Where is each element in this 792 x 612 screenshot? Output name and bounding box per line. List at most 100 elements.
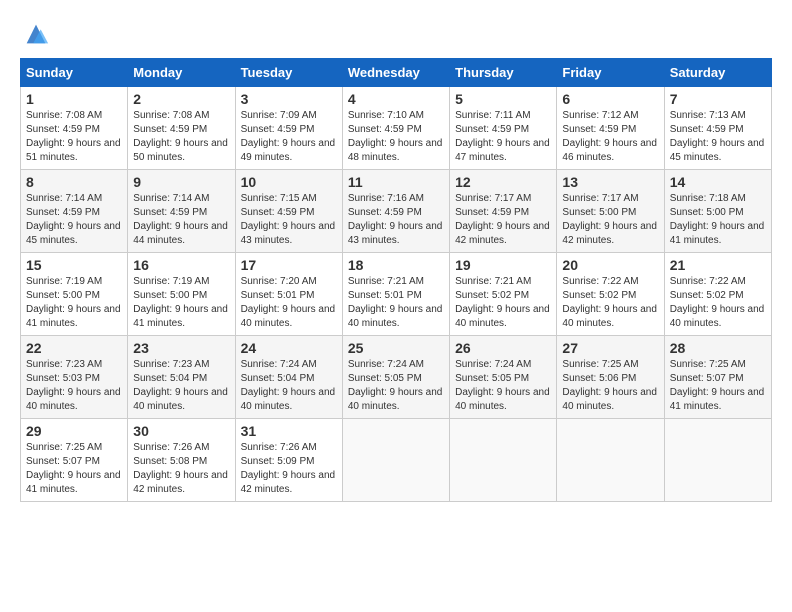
day-number: 20 (562, 257, 658, 273)
day-info: Sunrise: 7:26 AM Sunset: 5:08 PM Dayligh… (133, 441, 229, 497)
day-number: 13 (562, 174, 658, 190)
calendar-cell (342, 419, 449, 502)
day-number: 19 (455, 257, 551, 273)
logo (20, 20, 50, 48)
day-info: Sunrise: 7:09 AM Sunset: 4:59 PM Dayligh… (241, 109, 337, 165)
calendar-cell: 9 Sunrise: 7:14 AM Sunset: 4:59 PM Dayli… (128, 170, 235, 253)
day-of-week-header: Friday (557, 59, 664, 87)
calendar-cell (450, 419, 557, 502)
day-number: 24 (241, 340, 337, 356)
day-number: 8 (26, 174, 122, 190)
calendar-cell: 19 Sunrise: 7:21 AM Sunset: 5:02 PM Dayl… (450, 253, 557, 336)
page-header (20, 20, 772, 48)
calendar-cell: 4 Sunrise: 7:10 AM Sunset: 4:59 PM Dayli… (342, 87, 449, 170)
calendar-cell: 18 Sunrise: 7:21 AM Sunset: 5:01 PM Dayl… (342, 253, 449, 336)
day-info: Sunrise: 7:11 AM Sunset: 4:59 PM Dayligh… (455, 109, 551, 165)
day-number: 10 (241, 174, 337, 190)
day-of-week-header: Sunday (21, 59, 128, 87)
day-number: 26 (455, 340, 551, 356)
day-info: Sunrise: 7:08 AM Sunset: 4:59 PM Dayligh… (26, 109, 122, 165)
calendar-cell: 28 Sunrise: 7:25 AM Sunset: 5:07 PM Dayl… (664, 336, 771, 419)
day-number: 22 (26, 340, 122, 356)
calendar-table: SundayMondayTuesdayWednesdayThursdayFrid… (20, 58, 772, 502)
calendar-cell: 22 Sunrise: 7:23 AM Sunset: 5:03 PM Dayl… (21, 336, 128, 419)
day-info: Sunrise: 7:24 AM Sunset: 5:04 PM Dayligh… (241, 358, 337, 414)
calendar-cell (557, 419, 664, 502)
calendar-cell: 2 Sunrise: 7:08 AM Sunset: 4:59 PM Dayli… (128, 87, 235, 170)
day-number: 11 (348, 174, 444, 190)
day-info: Sunrise: 7:21 AM Sunset: 5:01 PM Dayligh… (348, 275, 444, 331)
calendar-week-row: 22 Sunrise: 7:23 AM Sunset: 5:03 PM Dayl… (21, 336, 772, 419)
day-number: 3 (241, 91, 337, 107)
calendar-cell: 30 Sunrise: 7:26 AM Sunset: 5:08 PM Dayl… (128, 419, 235, 502)
calendar-cell: 3 Sunrise: 7:09 AM Sunset: 4:59 PM Dayli… (235, 87, 342, 170)
day-info: Sunrise: 7:23 AM Sunset: 5:04 PM Dayligh… (133, 358, 229, 414)
calendar-cell: 12 Sunrise: 7:17 AM Sunset: 4:59 PM Dayl… (450, 170, 557, 253)
day-of-week-header: Tuesday (235, 59, 342, 87)
calendar-cell: 6 Sunrise: 7:12 AM Sunset: 4:59 PM Dayli… (557, 87, 664, 170)
calendar-cell: 31 Sunrise: 7:26 AM Sunset: 5:09 PM Dayl… (235, 419, 342, 502)
calendar-cell: 20 Sunrise: 7:22 AM Sunset: 5:02 PM Dayl… (557, 253, 664, 336)
day-number: 4 (348, 91, 444, 107)
calendar-cell: 27 Sunrise: 7:25 AM Sunset: 5:06 PM Dayl… (557, 336, 664, 419)
day-info: Sunrise: 7:24 AM Sunset: 5:05 PM Dayligh… (348, 358, 444, 414)
day-of-week-header: Monday (128, 59, 235, 87)
calendar-cell: 17 Sunrise: 7:20 AM Sunset: 5:01 PM Dayl… (235, 253, 342, 336)
calendar-cell (664, 419, 771, 502)
day-number: 12 (455, 174, 551, 190)
day-number: 15 (26, 257, 122, 273)
day-number: 23 (133, 340, 229, 356)
calendar-cell: 7 Sunrise: 7:13 AM Sunset: 4:59 PM Dayli… (664, 87, 771, 170)
day-number: 17 (241, 257, 337, 273)
calendar-week-row: 29 Sunrise: 7:25 AM Sunset: 5:07 PM Dayl… (21, 419, 772, 502)
day-number: 14 (670, 174, 766, 190)
calendar-cell: 21 Sunrise: 7:22 AM Sunset: 5:02 PM Dayl… (664, 253, 771, 336)
day-info: Sunrise: 7:08 AM Sunset: 4:59 PM Dayligh… (133, 109, 229, 165)
day-number: 31 (241, 423, 337, 439)
day-info: Sunrise: 7:18 AM Sunset: 5:00 PM Dayligh… (670, 192, 766, 248)
calendar-cell: 26 Sunrise: 7:24 AM Sunset: 5:05 PM Dayl… (450, 336, 557, 419)
day-number: 2 (133, 91, 229, 107)
calendar-cell: 16 Sunrise: 7:19 AM Sunset: 5:00 PM Dayl… (128, 253, 235, 336)
calendar-cell: 23 Sunrise: 7:23 AM Sunset: 5:04 PM Dayl… (128, 336, 235, 419)
day-info: Sunrise: 7:25 AM Sunset: 5:06 PM Dayligh… (562, 358, 658, 414)
day-number: 28 (670, 340, 766, 356)
day-info: Sunrise: 7:20 AM Sunset: 5:01 PM Dayligh… (241, 275, 337, 331)
day-info: Sunrise: 7:25 AM Sunset: 5:07 PM Dayligh… (670, 358, 766, 414)
calendar-week-row: 15 Sunrise: 7:19 AM Sunset: 5:00 PM Dayl… (21, 253, 772, 336)
day-of-week-header: Thursday (450, 59, 557, 87)
calendar-body: 1 Sunrise: 7:08 AM Sunset: 4:59 PM Dayli… (21, 87, 772, 502)
day-info: Sunrise: 7:23 AM Sunset: 5:03 PM Dayligh… (26, 358, 122, 414)
day-info: Sunrise: 7:17 AM Sunset: 5:00 PM Dayligh… (562, 192, 658, 248)
day-info: Sunrise: 7:26 AM Sunset: 5:09 PM Dayligh… (241, 441, 337, 497)
day-info: Sunrise: 7:17 AM Sunset: 4:59 PM Dayligh… (455, 192, 551, 248)
day-info: Sunrise: 7:12 AM Sunset: 4:59 PM Dayligh… (562, 109, 658, 165)
day-info: Sunrise: 7:24 AM Sunset: 5:05 PM Dayligh… (455, 358, 551, 414)
day-info: Sunrise: 7:15 AM Sunset: 4:59 PM Dayligh… (241, 192, 337, 248)
calendar-cell: 11 Sunrise: 7:16 AM Sunset: 4:59 PM Dayl… (342, 170, 449, 253)
calendar-cell: 14 Sunrise: 7:18 AM Sunset: 5:00 PM Dayl… (664, 170, 771, 253)
day-info: Sunrise: 7:16 AM Sunset: 4:59 PM Dayligh… (348, 192, 444, 248)
day-info: Sunrise: 7:14 AM Sunset: 4:59 PM Dayligh… (26, 192, 122, 248)
calendar-week-row: 1 Sunrise: 7:08 AM Sunset: 4:59 PM Dayli… (21, 87, 772, 170)
logo-icon (22, 20, 50, 48)
day-info: Sunrise: 7:10 AM Sunset: 4:59 PM Dayligh… (348, 109, 444, 165)
day-number: 9 (133, 174, 229, 190)
calendar-cell: 5 Sunrise: 7:11 AM Sunset: 4:59 PM Dayli… (450, 87, 557, 170)
calendar-cell: 25 Sunrise: 7:24 AM Sunset: 5:05 PM Dayl… (342, 336, 449, 419)
day-info: Sunrise: 7:25 AM Sunset: 5:07 PM Dayligh… (26, 441, 122, 497)
calendar-cell: 29 Sunrise: 7:25 AM Sunset: 5:07 PM Dayl… (21, 419, 128, 502)
calendar-header: SundayMondayTuesdayWednesdayThursdayFrid… (21, 59, 772, 87)
day-of-week-header: Saturday (664, 59, 771, 87)
day-number: 7 (670, 91, 766, 107)
day-number: 21 (670, 257, 766, 273)
day-info: Sunrise: 7:19 AM Sunset: 5:00 PM Dayligh… (26, 275, 122, 331)
day-info: Sunrise: 7:22 AM Sunset: 5:02 PM Dayligh… (562, 275, 658, 331)
calendar-cell: 24 Sunrise: 7:24 AM Sunset: 5:04 PM Dayl… (235, 336, 342, 419)
day-number: 30 (133, 423, 229, 439)
days-of-week-row: SundayMondayTuesdayWednesdayThursdayFrid… (21, 59, 772, 87)
day-number: 6 (562, 91, 658, 107)
day-number: 29 (26, 423, 122, 439)
calendar-cell: 10 Sunrise: 7:15 AM Sunset: 4:59 PM Dayl… (235, 170, 342, 253)
day-info: Sunrise: 7:14 AM Sunset: 4:59 PM Dayligh… (133, 192, 229, 248)
